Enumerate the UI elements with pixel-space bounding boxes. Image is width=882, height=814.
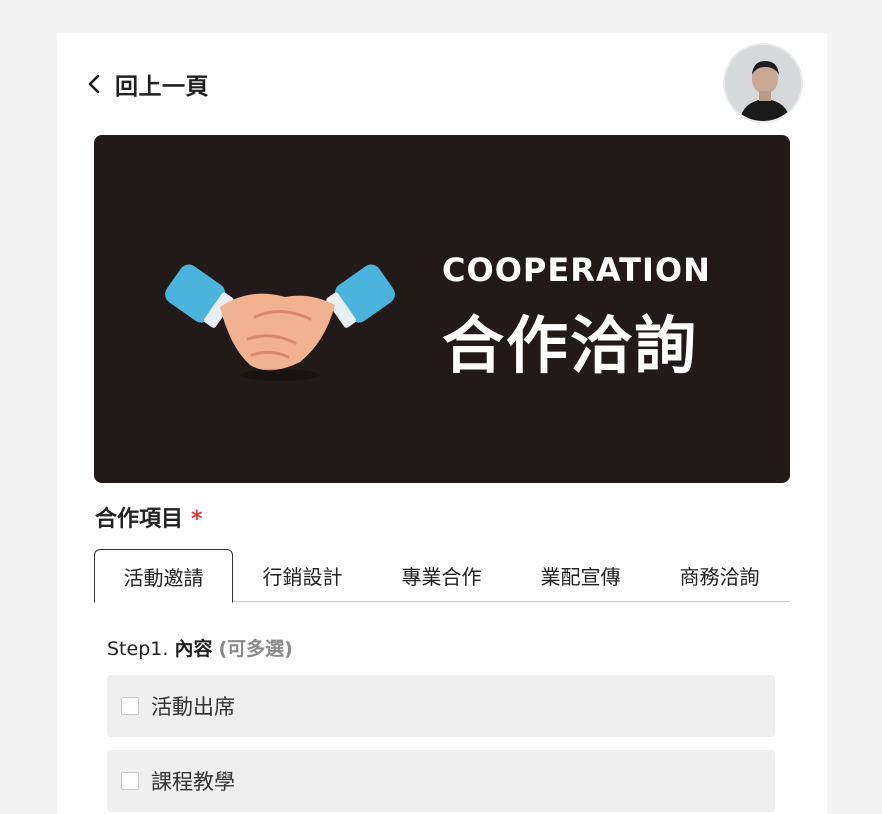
avatar[interactable]	[723, 43, 803, 123]
cooperation-banner: COOPERATION 合作洽詢	[94, 135, 790, 483]
banner-subtitle: 合作洽詢	[442, 309, 699, 382]
category-tabs: 活動邀請 行銷設計 專業合作 業配宣傳 商務洽詢	[94, 549, 790, 603]
content-card: 回上一頁 COOPERATION 合作洽詢 合作項目 * 活動邀請 行銷設計 專…	[57, 33, 827, 814]
back-label: 回上一頁	[115, 74, 209, 100]
checkbox[interactable]	[121, 772, 139, 790]
handshake-icon	[165, 264, 395, 381]
option-label: 活動出席	[151, 695, 235, 719]
required-mark: *	[191, 507, 203, 532]
tab-professional-collaboration[interactable]: 專業合作	[372, 549, 511, 602]
option-label: 課程教學	[151, 770, 235, 794]
back-link[interactable]: 回上一頁	[87, 67, 209, 101]
option-course-teaching[interactable]: 課程教學	[107, 750, 775, 812]
step-heading: Step1. 內容 (可多選)	[107, 634, 293, 661]
step-hint: (可多選)	[218, 638, 293, 660]
option-event-attendance[interactable]: 活動出席	[107, 675, 775, 737]
step-prefix: Step1.	[107, 638, 169, 660]
section-label: 合作項目 *	[95, 501, 203, 533]
section-label-text: 合作項目	[95, 507, 184, 532]
step-title: 內容	[174, 638, 213, 660]
checkbox[interactable]	[121, 697, 139, 715]
tab-sponsored-promotion[interactable]: 業配宣傳	[511, 549, 650, 602]
tab-event-invitation[interactable]: 活動邀請	[94, 549, 233, 603]
chevron-left-icon	[87, 72, 105, 96]
tab-business-inquiry[interactable]: 商務洽詢	[650, 549, 789, 602]
banner-title: COOPERATION	[442, 251, 711, 289]
tab-marketing-design[interactable]: 行銷設計	[233, 549, 372, 602]
